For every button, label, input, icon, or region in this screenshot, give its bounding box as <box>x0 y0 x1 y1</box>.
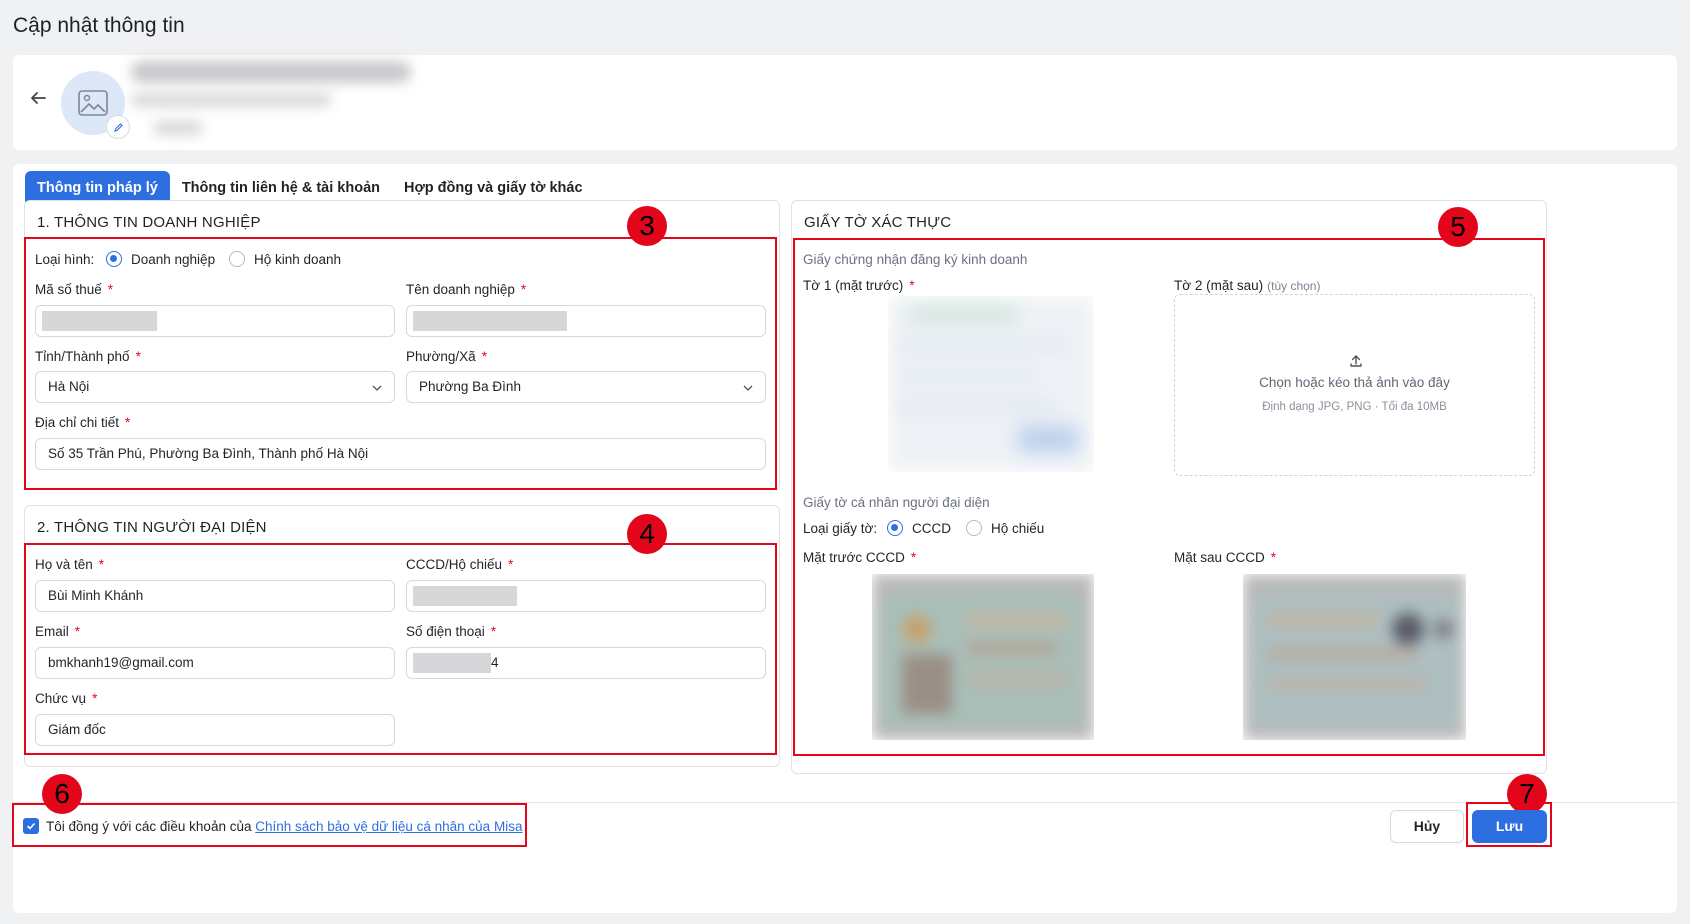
radio-label-enterprise: Doanh nghiệp <box>131 251 216 267</box>
province-select[interactable]: Hà Nội <box>35 371 395 403</box>
id-number-redacted <box>413 586 517 606</box>
business-type-label: Loại hình: <box>35 252 95 267</box>
radio-label-cccd: CCCD <box>912 520 951 536</box>
main-form-card: Thông tin pháp lý Thông tin liên hệ & tà… <box>12 164 1677 913</box>
radio-dot-selected <box>887 520 903 536</box>
phone-visible-digit: 4 <box>491 655 499 670</box>
annotation-badge-5: 5 <box>1438 207 1478 247</box>
company-name-label: Tên doanh nghiệp * <box>406 282 527 297</box>
phone-label: Số điện thoại * <box>406 624 497 639</box>
image-placeholder-icon <box>78 90 108 116</box>
radio-dot-selected <box>106 251 122 267</box>
business-cert-front-image[interactable] <box>888 296 1094 472</box>
doc-type-label: Loại giấy tờ: <box>803 521 878 536</box>
ward-value: Phường Ba Đình <box>419 379 521 394</box>
fullname-label: Họ và tên * <box>35 557 105 572</box>
phone-redacted <box>413 653 491 673</box>
agree-text: Tôi đồng ý với các điều khoản của Chính … <box>46 819 522 834</box>
business-info-title: 1. THÔNG TIN DOANH NGHIỆP <box>37 214 261 231</box>
chevron-down-icon <box>372 385 382 391</box>
checkmark-icon <box>26 822 36 830</box>
annotation-badge-7: 7 <box>1507 774 1547 814</box>
tax-code-redacted <box>42 311 157 331</box>
radio-doc-cccd[interactable]: CCCD <box>887 520 951 536</box>
annotation-badge-6: 6 <box>42 774 82 814</box>
id-back-image[interactable] <box>1243 574 1466 740</box>
documents-title: GIẤY TỜ XÁC THỰC <box>804 214 952 231</box>
annotation-badge-4: 4 <box>627 514 667 554</box>
avatar-edit-button[interactable] <box>106 115 130 139</box>
profile-header <box>13 55 1677 150</box>
sheet2-upload-dropzone[interactable]: Chọn hoặc kéo thả ảnh vào đây Định dạng … <box>1174 294 1535 476</box>
chevron-down-icon <box>743 385 753 391</box>
tax-code-label: Mã số thuế * <box>35 282 114 297</box>
id-front-image[interactable] <box>872 574 1094 740</box>
radio-business-enterprise[interactable]: Doanh nghiệp <box>106 251 215 267</box>
privacy-policy-link[interactable]: Chính sách bảo vệ dữ liệu cá nhân của Mi… <box>255 819 522 834</box>
annotation-badge-3: 3 <box>627 206 667 246</box>
ward-label: Phường/Xã * <box>406 349 487 364</box>
id-number-input[interactable] <box>406 580 766 612</box>
save-button[interactable]: Lưu <box>1472 810 1547 843</box>
upload-format-hint: Định dạng JPG, PNG · Tối đa 10MB <box>1262 401 1447 413</box>
pencil-icon <box>113 122 123 132</box>
position-label: Chức vụ * <box>35 691 98 706</box>
company-subtitle-redacted <box>131 93 331 107</box>
address-label: Địa chỉ chi tiết * <box>35 415 131 430</box>
radio-doc-passport[interactable]: Hộ chiếu <box>966 520 1044 536</box>
radio-dot-unselected <box>229 251 245 267</box>
agree-prefix: Tôi đồng ý với các điều khoản của <box>46 819 252 834</box>
radio-label-passport: Hộ chiếu <box>991 520 1045 536</box>
business-cert-heading: Giấy chứng nhận đăng ký kinh doanh <box>803 252 1028 267</box>
back-arrow-icon[interactable] <box>27 87 49 109</box>
address-input[interactable]: Số 35 Trần Phú, Phường Ba Đình, Thành ph… <box>35 438 766 470</box>
tax-code-input[interactable] <box>35 305 395 337</box>
id-back-label: Mặt sau CCCD * <box>1174 550 1277 565</box>
agree-checkbox[interactable] <box>23 818 39 834</box>
id-front-label: Mặt trước CCCD * <box>803 550 917 565</box>
company-name-redacted <box>131 61 411 83</box>
phone-input[interactable]: 4 <box>406 647 766 679</box>
email-label: Email * <box>35 624 81 639</box>
radio-label-household: Hộ kinh doanh <box>254 251 342 267</box>
personal-docs-heading: Giấy tờ cá nhân người đại diện <box>803 495 990 510</box>
representative-title: 2. THÔNG TIN NGƯỜI ĐẠI DIỆN <box>37 519 267 536</box>
id-number-label: CCCD/Hộ chiếu * <box>406 557 514 572</box>
radio-dot-unselected <box>966 520 982 536</box>
sheet1-label: Tờ 1 (mặt trước) * <box>803 278 915 293</box>
ward-select[interactable]: Phường Ba Đình <box>406 371 766 403</box>
position-input[interactable]: Giám đốc <box>35 714 395 746</box>
province-value: Hà Nội <box>48 379 90 394</box>
upload-instruction: Chọn hoặc kéo thả ảnh vào đây <box>1259 375 1450 390</box>
upload-icon <box>1350 355 1362 367</box>
sheet2-label: Tờ 2 (mặt sau) (tùy chọn) <box>1174 278 1321 293</box>
email-input[interactable]: bmkhanh19@gmail.com <box>35 647 395 679</box>
company-meta-redacted <box>153 121 203 135</box>
page-title: Cập nhật thông tin <box>13 14 185 37</box>
fullname-input[interactable]: Bùi Minh Khánh <box>35 580 395 612</box>
company-name-input-redacted <box>413 311 567 331</box>
company-name-input[interactable] <box>406 305 766 337</box>
province-label: Tỉnh/Thành phố * <box>35 349 141 364</box>
radio-business-household[interactable]: Hộ kinh doanh <box>229 251 341 267</box>
cancel-button[interactable]: Hủy <box>1390 810 1464 843</box>
